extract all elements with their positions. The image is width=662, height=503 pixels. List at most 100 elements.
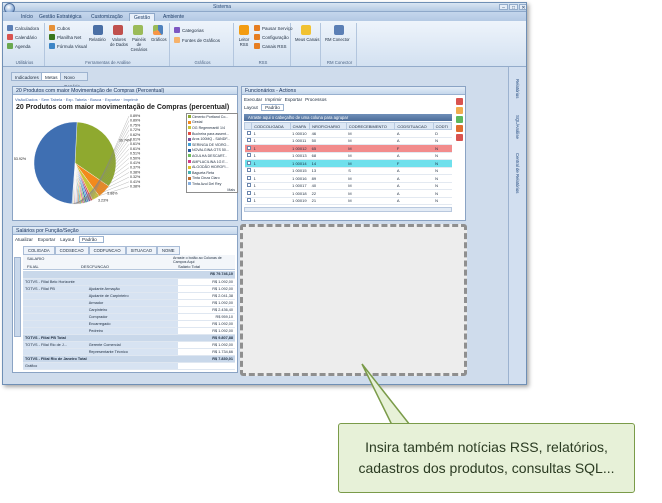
tab-customizacao[interactable]: Customização [87,13,127,21]
close-button[interactable]: ✕ [519,4,526,11]
doc-tab-novo-cenario[interactable]: Novo Cenário... [60,72,88,89]
pie-slice[interactable] [33,121,78,205]
pivot-row: Comprador R$ 959,10 [23,313,235,321]
rss-icon[interactable] [239,25,249,35]
descfuncao-column[interactable]: DESCFUNCAO [81,264,109,269]
row-checkbox[interactable] [246,175,251,180]
sidebar-sql[interactable]: SQL/Análise [515,115,520,139]
layout-sal-select[interactable]: Padrão [79,236,104,243]
values-icon[interactable] [113,25,123,35]
table-row[interactable]: 11 00019 21 M A N [244,197,452,205]
layout-select[interactable]: Padrão [261,104,284,111]
title-bar: Sistema – □ ✕ [3,3,526,14]
edit-icon[interactable] [456,107,463,114]
chart-icon[interactable] [153,25,163,35]
tab-ambiente[interactable]: Ambiente [159,13,188,21]
table-row[interactable]: 11 00018 22 M A N [244,189,452,198]
row-checkbox[interactable] [246,138,251,143]
categorias-button[interactable]: Categorias [174,27,204,33]
report-icon[interactable] [93,25,103,35]
connector-icon[interactable] [334,25,344,35]
table-row[interactable]: 11 00013 68 M A N [244,152,452,160]
filial-column[interactable]: FILIAL [27,264,39,269]
table-row[interactable]: 11 00011 50 M A N [244,137,452,145]
feed-icon [254,43,260,49]
column-header[interactable]: CODRECEBIMENTO [345,122,396,130]
row-checkbox[interactable] [246,145,251,150]
pie-data-label: 0.38% [130,185,141,189]
row-checkbox[interactable] [246,153,251,158]
group-by-area[interactable]: Arraste aqui o cabeçalho de uma coluna p… [244,114,452,121]
pivot-cell: R$ 1.092,00 [177,327,235,335]
table-row[interactable]: 11 00012 65 M F N [244,144,452,153]
table-row[interactable]: 11 00015 13 S A N [244,167,452,175]
chart-toolbar-links[interactable]: Visão/Dados · Sem Tabela · Exp. Tabela ·… [15,97,138,102]
calendario-button[interactable]: Calendário [7,34,37,40]
column-header[interactable] [243,122,253,130]
row-checkbox[interactable] [246,198,251,203]
empty-widget-placeholder [240,224,467,376]
executar-button[interactable]: Executar [244,97,262,104]
doc-tab-indicadores[interactable]: Indicadores [11,72,43,81]
pivot-cell: TOTVS - Filial Rio de J... [23,341,87,349]
column-header[interactable]: CODSITUACAO [394,122,434,130]
refresh-icon[interactable] [456,125,463,132]
doc-tab-metas[interactable]: Metas [41,72,62,81]
fontes-graficos-button[interactable]: Fontes de Gráficos [174,37,220,43]
column-header[interactable]: CHAPA [289,122,311,130]
legend-swatch [188,115,191,119]
field-coligada[interactable]: COLIGADA [23,246,55,255]
scenario-icon[interactable] [133,25,143,35]
channels-icon[interactable] [301,25,311,35]
horizontal-scrollbar[interactable] [244,207,452,212]
add-icon[interactable] [456,116,463,123]
table-cell: M [346,197,395,205]
planilha-button[interactable]: Planilha Net [49,34,81,40]
pivot-field-tabs: COLIGADA CODSECAO CODFUNCAO SITUACAO NOM… [23,246,180,255]
table-row[interactable]: 11 00010 46 M A D [244,129,452,138]
table-row[interactable]: 11 00016 89 M A N [244,174,452,183]
row-checkbox[interactable] [246,130,251,135]
stop-icon[interactable] [456,134,463,141]
salario-total-column[interactable]: Salário Total [178,264,200,269]
pivot-side-bar[interactable] [14,257,21,337]
field-codfuncao[interactable]: CODFUNCAO [88,246,126,255]
salario-field[interactable]: SALARIO [27,256,44,261]
table-cell: N [433,159,452,168]
formula-visual-button[interactable]: Fórmula Visual [49,43,87,49]
processos-button[interactable]: Processos [305,97,326,104]
column-header[interactable]: CODTI [432,122,453,130]
agenda-button[interactable]: Agenda [7,43,31,49]
sidebar-central-relatorios[interactable]: Central de Relatórios [515,153,520,193]
pie-data-label: 0.75% [130,123,141,127]
field-situacao[interactable]: SITUACAO [125,246,158,255]
table-row[interactable]: 11 00014 14 M F N [244,159,452,168]
sidebar-relatorios[interactable]: Relatórios [515,79,520,98]
column-header[interactable]: CODCOLIGADA [251,122,291,130]
exportar-button[interactable]: Exportar [285,97,302,104]
cubos-button[interactable]: Cubos [49,25,70,31]
field-codsecao[interactable]: CODSECAO [54,246,89,255]
legend-more-link[interactable]: Mais [187,187,237,193]
imprimir-button[interactable]: Imprimir [265,97,282,104]
canais-rss-button[interactable]: Canais RSS [254,43,287,49]
legend-item: Aros 100MQ - SANDF... [187,136,237,142]
calculadora-button[interactable]: Calculadora [7,25,39,31]
exportar-sal-button[interactable]: Exportar [38,237,55,242]
row-checkbox[interactable] [246,183,251,188]
minimize-button[interactable]: – [499,4,508,11]
row-checkbox[interactable] [246,160,251,165]
row-checkbox[interactable] [246,190,251,195]
maximize-button[interactable]: □ [509,4,518,11]
row-checkbox[interactable] [246,168,251,173]
field-nome[interactable]: NOME [157,246,180,255]
atualizar-button[interactable]: Atualizar [15,237,33,242]
table-row[interactable]: 11 00017 40 M A N [244,182,452,190]
pausar-servico-button[interactable]: Pausar Serviço [254,25,293,31]
tab-inicio[interactable]: Início [17,13,37,21]
delete-icon[interactable] [456,98,463,105]
tab-gestao-estrategica[interactable]: Gestão Estratégica [35,13,86,21]
configuracao-button[interactable]: Configuração [254,34,289,40]
tab-gestao[interactable]: Gestão [129,13,156,21]
column-header[interactable]: NROFICHARIO [309,122,347,130]
